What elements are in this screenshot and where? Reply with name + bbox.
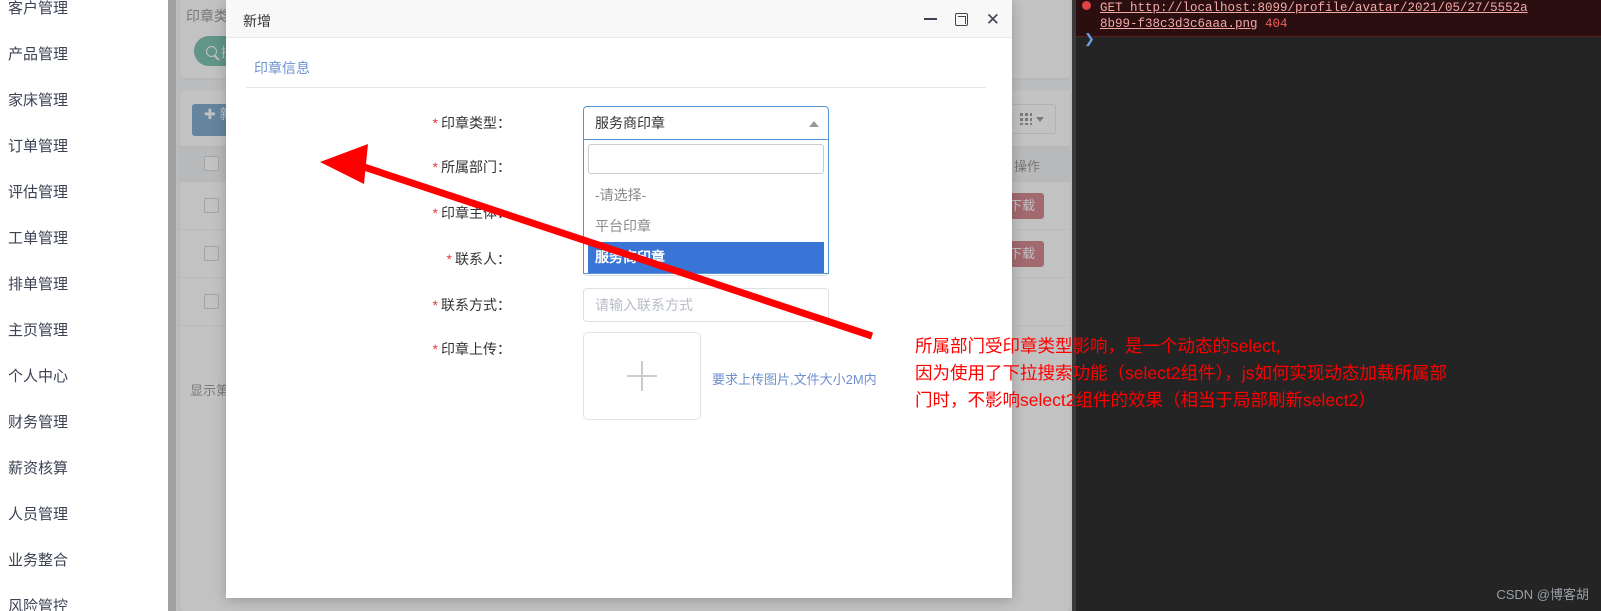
sidebar-item-11[interactable]: 人员管理 xyxy=(0,492,168,538)
input-contact-info[interactable]: 请输入联系方式 xyxy=(583,288,829,322)
sidebar-item-4[interactable]: 评估管理 xyxy=(0,170,168,216)
console-error-url-line1[interactable]: GET http://localhost:8099/profile/avatar… xyxy=(1100,1,1528,15)
label-contact-info: * 联系方式： xyxy=(432,297,511,313)
chevron-up-icon xyxy=(809,121,819,127)
required-marker: * xyxy=(432,159,438,175)
seal-type-search-input[interactable] xyxy=(588,144,824,174)
seal-type-option-0[interactable]: -请选择- xyxy=(588,180,824,211)
required-marker: * xyxy=(432,341,438,357)
upload-hint-text: 要求上传图片,文件大小2M内 xyxy=(712,372,877,387)
label-seal-subject: * 印章主体： xyxy=(432,205,511,221)
seal-type-option-1[interactable]: 平台印章 xyxy=(588,211,824,242)
watermark: CSDN @博客胡 xyxy=(1496,587,1589,602)
sidebar-item-2[interactable]: 家床管理 xyxy=(0,78,168,124)
label-seal-upload: * 印章上传： xyxy=(432,341,511,357)
sidebar-item-12[interactable]: 业务整合 xyxy=(0,538,168,584)
label-seal-type: * 印章类型： xyxy=(432,115,511,131)
annotation-note: 所属部门受印章类型影响，是一个动态的select, 因为使用了下拉搜索功能（se… xyxy=(915,333,1447,414)
close-icon[interactable]: ✕ xyxy=(986,11,1000,28)
section-title: 印章信息 xyxy=(254,60,310,76)
seal-type-select2: 服务商印章 -请选择- 平台印章 服务商印章 xyxy=(583,106,829,274)
label-contact-person: * 联系人： xyxy=(446,251,511,267)
required-marker: * xyxy=(432,205,438,221)
sidebar: 客户管理 产品管理 家床管理 订单管理 评估管理 工单管理 排单管理 主页管理 … xyxy=(0,0,168,611)
error-icon xyxy=(1082,1,1091,10)
annotation-line-2: 因为使用了下拉搜索功能（select2组件），js如何实现动态加载所属部 xyxy=(915,363,1447,383)
annotation-line-3: 门时，不影响select2组件的效果（相当于局部刷新select2） xyxy=(915,390,1376,410)
console-prompt-icon[interactable]: ❯ xyxy=(1084,32,1095,47)
label-department: * 所属部门： xyxy=(432,159,511,175)
required-marker: * xyxy=(446,251,452,267)
sidebar-item-6[interactable]: 排单管理 xyxy=(0,262,168,308)
sidebar-item-10[interactable]: 薪资核算 xyxy=(0,446,168,492)
field-row-contact-info: * 联系方式： 请输入联系方式 xyxy=(226,288,1012,326)
sidebar-item-3[interactable]: 订单管理 xyxy=(0,124,168,170)
required-marker: * xyxy=(432,115,438,131)
annotation-line-1: 所属部门受印章类型影响，是一个动态的select, xyxy=(915,336,1281,356)
sidebar-item-9[interactable]: 财务管理 xyxy=(0,400,168,446)
dialog-title: 新增 xyxy=(243,13,271,29)
console-error-url-line2[interactable]: 8b99-f38c3d3c6aaa.png xyxy=(1100,17,1258,31)
console-error-entry[interactable]: GET http://localhost:8099/profile/avatar… xyxy=(1072,0,1601,37)
sidebar-item-13[interactable]: 风险管控 xyxy=(0,584,168,611)
sidebar-item-8[interactable]: 个人中心 xyxy=(0,354,168,400)
seal-type-option-list: -请选择- 平台印章 服务商印章 xyxy=(588,180,824,273)
sidebar-item-7[interactable]: 主页管理 xyxy=(0,308,168,354)
dialog-window-controls: ✕ xyxy=(923,0,1000,38)
seal-type-selected-value: 服务商印章 xyxy=(595,115,665,131)
dialog-title-bar: 新增 ✕ xyxy=(226,0,1012,38)
devtools-console: GET http://localhost:8099/profile/avatar… xyxy=(1072,0,1601,611)
console-error-status: 404 xyxy=(1265,17,1288,31)
sidebar-item-5[interactable]: 工单管理 xyxy=(0,216,168,262)
seal-type-option-2[interactable]: 服务商印章 xyxy=(588,242,824,273)
plus-icon xyxy=(627,361,657,391)
seal-type-select-trigger[interactable]: 服务商印章 xyxy=(583,106,829,140)
section-divider xyxy=(246,87,986,88)
minimize-icon[interactable] xyxy=(923,18,937,20)
add-seal-dialog: 新增 ✕ 印章信息 * 印章类型： * 所属部门： * 印章主体： * 联系人：… xyxy=(226,0,1012,598)
maximize-icon[interactable] xyxy=(954,12,968,26)
sidebar-item-1[interactable]: 产品管理 xyxy=(0,32,168,78)
required-marker: * xyxy=(432,297,438,313)
seal-type-dropdown: -请选择- 平台印章 服务商印章 xyxy=(583,140,829,274)
screen-root: 客户管理 产品管理 家床管理 订单管理 评估管理 工单管理 排单管理 主页管理 … xyxy=(0,0,1601,611)
seal-upload-dropzone[interactable] xyxy=(583,332,701,420)
sidebar-item-0[interactable]: 客户管理 xyxy=(0,0,168,32)
devtools-splitter[interactable] xyxy=(1072,0,1076,611)
